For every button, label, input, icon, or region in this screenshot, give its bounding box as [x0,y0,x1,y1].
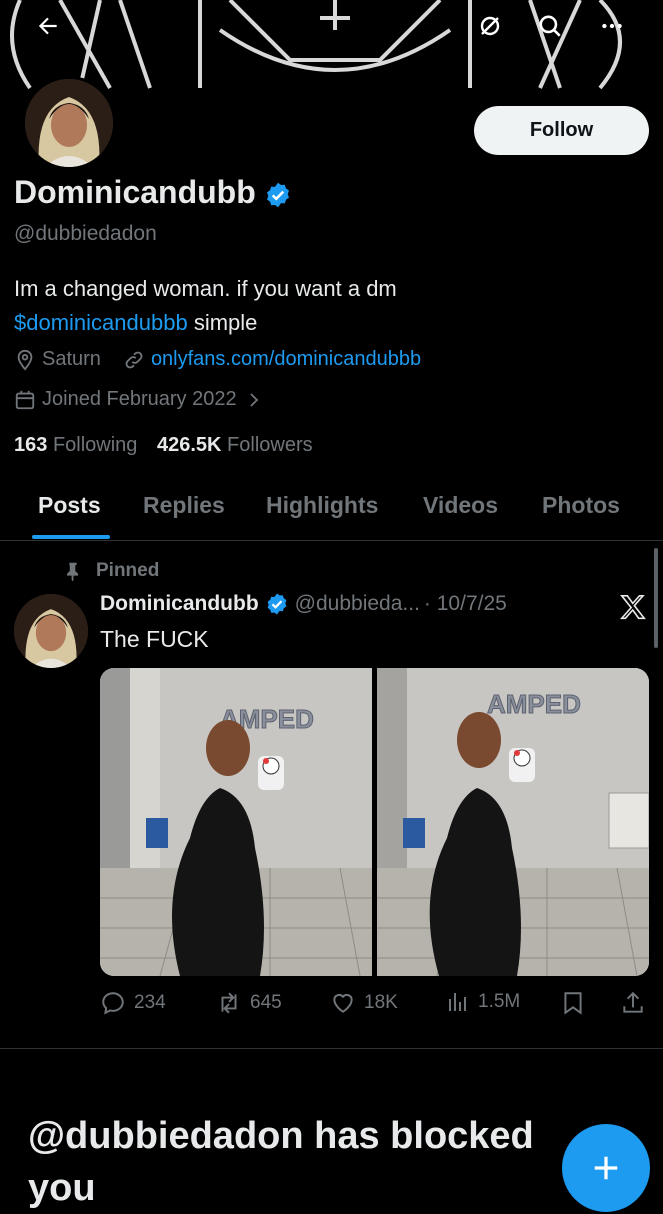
repost-count: 645 [250,992,282,1013]
views-icon [449,993,466,1011]
profile-joined-row[interactable]: Joined February 2022 [14,388,269,411]
followers-link[interactable]: 426.5K Followers [157,434,313,456]
profile-avatar[interactable] [22,76,116,170]
repost-icon [221,992,237,1014]
follow-counts: 163 Following 426.5K Followers [14,434,313,457]
tab-posts[interactable]: Posts [38,492,101,519]
search-icon [539,15,561,37]
pinned-text: Pinned [96,560,160,581]
grok-button[interactable] [470,6,510,46]
reply-count: 234 [134,992,166,1013]
plus-icon [594,1156,618,1180]
post-image-1[interactable]: AMPED [100,668,372,976]
post-date[interactable]: · 10/7/25 [424,592,507,616]
share-button[interactable] [620,990,646,1016]
reply-button[interactable]: 234 [100,990,166,1016]
chevron-right-icon [245,391,263,409]
profile-website-link[interactable]: onlyfans.com/dominicandubbb [151,348,421,371]
pinned-label: Pinned [62,560,159,582]
reply-icon [102,992,124,1015]
section-divider [0,1048,663,1049]
following-label: Following [52,434,138,456]
svg-text:AMPED: AMPED [487,689,581,719]
back-arrow-icon [38,17,57,35]
post-image-2[interactable]: AMPED [377,668,649,976]
link-icon [123,349,145,371]
profile-meta-row: Saturn onlyfans.com/dominicandubbb [14,348,421,371]
bookmark-button[interactable] [560,990,586,1016]
followers-label: Followers [227,434,313,456]
views-count: 1.5M [478,991,521,1012]
bio-line-1: Im a changed woman. if you want a dm [14,276,397,301]
profile-location: Saturn [42,348,101,370]
back-button[interactable] [28,6,68,46]
tab-photos[interactable]: Photos [542,492,620,519]
like-count: 18K [364,992,398,1013]
active-tab-indicator [32,535,110,539]
post-avatar[interactable] [14,594,88,668]
bookmark-icon [564,992,582,1015]
post-actions: 234 645 18K 1.5M [100,990,650,1020]
pin-icon [67,562,79,582]
like-button[interactable]: 18K [330,990,398,1016]
share-icon [623,991,643,1013]
more-button[interactable] [592,6,632,46]
following-link[interactable]: 163 Following [14,434,137,456]
following-count: 163 [14,434,48,456]
tab-videos[interactable]: Videos [423,492,498,519]
profile-name-text: Dominicandubb [14,174,256,210]
post-header: Dominicandubb @dubbieda... · 10/7/25 [100,592,507,616]
follow-button[interactable]: Follow [474,106,649,155]
verified-badge-icon [267,593,287,615]
grok-icon [480,16,500,36]
profile-tabs: Posts Replies Highlights Videos Photos [0,484,663,541]
location-icon [14,349,36,371]
search-button[interactable] [530,6,570,46]
profile-handle: @dubbiedadon [14,222,157,245]
calendar-icon [14,389,36,411]
blocked-notice: @dubbiedadon has blocked you [28,1115,534,1209]
post-handle[interactable]: @dubbieda... [295,592,420,616]
bio-cashtag-link[interactable]: $dominicandubbb [14,310,188,335]
repost-button[interactable]: 645 [216,990,282,1016]
tab-replies[interactable]: Replies [143,492,225,519]
profile-bio: Im a changed woman. if you want a dm $do… [14,272,397,340]
profile-name: Dominicandubb [14,174,292,211]
views-button[interactable]: 1.5M [446,990,520,1014]
more-icon [602,23,622,29]
bio-line-2: $dominicandubbb simple [14,306,397,340]
tab-highlights[interactable]: Highlights [266,492,378,519]
post-author[interactable]: Dominicandubb [100,592,259,616]
x-logo-icon [618,592,648,627]
scrollbar[interactable] [654,548,658,648]
profile-joined: Joined February 2022 [42,388,237,410]
post-text: The FUCK [100,626,209,652]
followers-count: 426.5K [156,434,222,456]
bio-line-2-text: simple [187,310,258,335]
heart-icon [333,993,353,1013]
verified-badge-icon [266,182,289,207]
